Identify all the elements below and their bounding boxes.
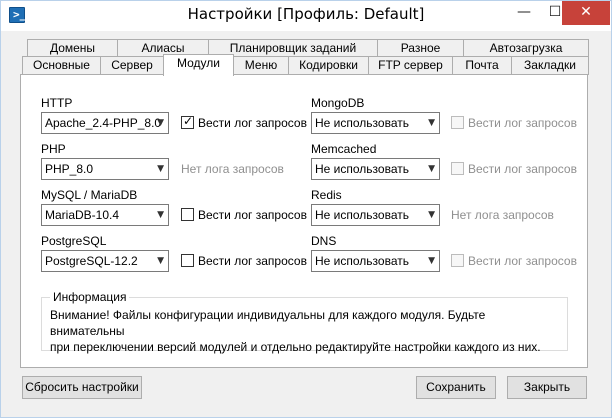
http-log-label[interactable]: Вести лог запросов [198, 116, 307, 130]
http-label: HTTP [41, 96, 73, 110]
dns-label: DNS [311, 234, 337, 248]
dns-select-value: Не использовать [315, 254, 409, 268]
info-title: Информация [50, 290, 130, 304]
info-groupbox: Информация Внимание! Файлы конфигурации … [41, 290, 568, 354]
memcached-label: Memcached [311, 142, 377, 156]
memcached-log-checkbox[interactable] [451, 162, 464, 175]
memcached-log-label[interactable]: Вести лог запросов [468, 162, 577, 176]
php-select-value: PHP_8.0 [45, 162, 94, 176]
reset-settings-button[interactable]: Сбросить настройки [22, 376, 142, 399]
redis-no-log-note: Нет лога запросов [451, 208, 554, 222]
mysql-select[interactable]: MariaDB-10.4 ▼ [41, 204, 169, 226]
tab-encodings[interactable]: Кодировки [288, 56, 369, 75]
chevron-down-icon: ▼ [157, 210, 164, 220]
mongodb-select-value: Не использовать [315, 116, 409, 130]
info-text-line2: при переключении версий модулей и отдель… [50, 340, 541, 354]
tab-ftp-server[interactable]: FTP сервер [368, 56, 453, 75]
close-window-button[interactable]: ✕ [562, 1, 610, 25]
mysql-log-label[interactable]: Вести лог запросов [198, 208, 307, 222]
tab-bookmarks[interactable]: Закладки [511, 56, 589, 75]
info-text-line1: Внимание! Файлы конфигурации индивидуаль… [50, 308, 486, 338]
chevron-down-icon: ▼ [428, 256, 435, 266]
mongodb-log-checkbox[interactable] [451, 116, 464, 129]
chevron-down-icon: ▼ [428, 164, 435, 174]
tab-general[interactable]: Основные [22, 56, 101, 75]
mongodb-label: MongoDB [311, 96, 365, 110]
tab-mail[interactable]: Почта [452, 56, 512, 75]
dns-log-label[interactable]: Вести лог запросов [468, 254, 577, 268]
tab-menu[interactable]: Меню [233, 56, 289, 75]
dns-log-checkbox[interactable] [451, 254, 464, 267]
postgresql-label: PostgreSQL [41, 234, 107, 248]
info-text: Внимание! Файлы конфигурации индивидуаль… [50, 307, 562, 355]
redis-label: Redis [311, 188, 342, 202]
php-label: PHP [41, 142, 66, 156]
tab-modules[interactable]: Модули [163, 54, 234, 76]
chevron-down-icon: ▼ [157, 164, 164, 174]
close-button[interactable]: Закрыть [507, 376, 587, 399]
postgresql-log-checkbox[interactable] [181, 254, 194, 267]
mongodb-log-label[interactable]: Вести лог запросов [468, 116, 577, 130]
chevron-down-icon: ▼ [428, 210, 435, 220]
modules-page: HTTP Apache_2.4-PHP_8.0 ▼ ✓ Вести лог за… [20, 74, 588, 368]
chevron-down-icon: ▼ [428, 118, 435, 128]
postgresql-log-label[interactable]: Вести лог запросов [198, 254, 307, 268]
mysql-select-value: MariaDB-10.4 [45, 208, 120, 222]
http-select-value: Apache_2.4-PHP_8.0 [45, 116, 162, 130]
http-log-checkbox[interactable]: ✓ [181, 114, 194, 129]
redis-select[interactable]: Не использовать ▼ [311, 204, 440, 226]
mysql-log-checkbox[interactable] [181, 208, 194, 221]
title-bar[interactable]: >_ Настройки [Профиль: Default] — ☐ ✕ [1, 1, 611, 31]
minimize-button[interactable]: — [509, 1, 539, 25]
save-button[interactable]: Сохранить [416, 376, 496, 399]
mysql-label: MySQL / MariaDB [41, 188, 138, 202]
postgresql-select[interactable]: PostgreSQL-12.2 ▼ [41, 250, 169, 272]
http-select[interactable]: Apache_2.4-PHP_8.0 ▼ [41, 112, 169, 134]
php-no-log-note: Нет лога запросов [181, 162, 284, 176]
checkmark-icon: ✓ [183, 114, 194, 128]
mongodb-select[interactable]: Не использовать ▼ [311, 112, 440, 134]
memcached-select-value: Не использовать [315, 162, 409, 176]
chevron-down-icon: ▼ [157, 118, 164, 128]
postgresql-select-value: PostgreSQL-12.2 [45, 254, 138, 268]
php-select[interactable]: PHP_8.0 ▼ [41, 158, 169, 180]
dns-select[interactable]: Не использовать ▼ [311, 250, 440, 272]
memcached-select[interactable]: Не использовать ▼ [311, 158, 440, 180]
tab-server[interactable]: Сервер [100, 56, 164, 75]
settings-window: >_ Настройки [Профиль: Default] — ☐ ✕ До… [0, 0, 612, 418]
redis-select-value: Не использовать [315, 208, 409, 222]
chevron-down-icon: ▼ [157, 256, 164, 266]
